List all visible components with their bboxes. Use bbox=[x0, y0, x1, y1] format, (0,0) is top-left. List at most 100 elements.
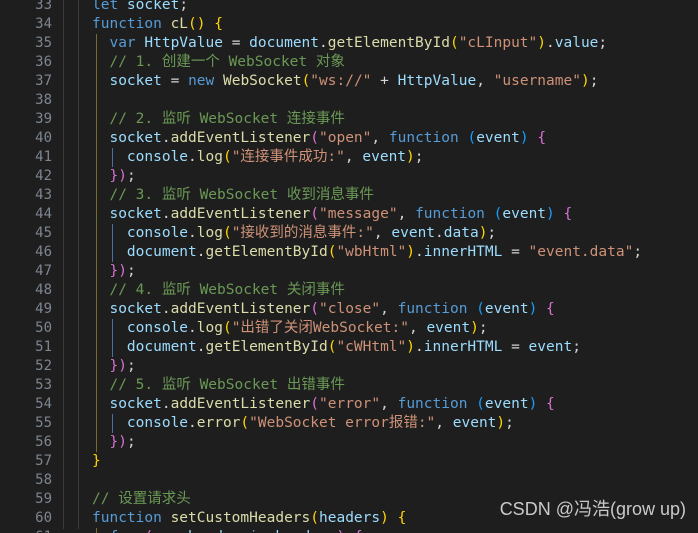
code-line[interactable]: 34 function cL() { bbox=[0, 15, 698, 34]
code-token: ) bbox=[336, 529, 345, 533]
code-text: // 3. 监听 WebSocket 收到消息事件 bbox=[92, 186, 373, 205]
code-line[interactable]: 37 socket = new WebSocket("ws://" + Http… bbox=[0, 72, 698, 91]
code-token: ) bbox=[519, 130, 529, 146]
code-line[interactable]: 41 console.log("连接事件成功:", event); bbox=[0, 148, 698, 167]
code-text: console.log("连接事件成功:", event); bbox=[92, 148, 424, 167]
code-token: event bbox=[476, 130, 520, 146]
code-token: document bbox=[249, 35, 320, 51]
code-token: ; bbox=[126, 358, 136, 374]
code-line[interactable]: 58 bbox=[0, 471, 698, 490]
code-token: setCustomHeaders bbox=[170, 510, 311, 526]
code-line[interactable]: 38 bbox=[0, 91, 698, 110]
code-token: ) bbox=[580, 73, 590, 89]
indent-guide-active bbox=[96, 338, 97, 357]
code-token: event bbox=[362, 149, 407, 165]
code-line[interactable]: 43 // 3. 监听 WebSocket 收到消息事件 bbox=[0, 186, 698, 205]
code-line[interactable]: 42 }); bbox=[0, 167, 698, 186]
code-token: "ws://" bbox=[310, 73, 372, 89]
code-line[interactable]: 49 socket.addEventListener("close", func… bbox=[0, 300, 698, 319]
code-line[interactable]: 47 }); bbox=[0, 262, 698, 281]
code-line[interactable]: 33 let socket; bbox=[0, 0, 698, 15]
line-number: 55 bbox=[35, 415, 52, 431]
code-line[interactable]: 45 console.log("接收到的消息事件:", event.data); bbox=[0, 224, 698, 243]
code-token: let bbox=[92, 0, 127, 13]
code-token: ( bbox=[310, 396, 320, 412]
code-token: ( bbox=[144, 529, 153, 533]
code-token: . bbox=[188, 415, 197, 431]
code-editor[interactable]: 33 let socket; 34 function cL() {35 var Htt… bbox=[0, 0, 698, 533]
code-token: . bbox=[161, 130, 171, 146]
code-lines-container[interactable]: 33 let socket; 34 function cL() {35 var Htt… bbox=[0, 0, 698, 533]
code-token: // 1. 创建一个 WebSocket 对象 bbox=[92, 54, 345, 70]
code-line[interactable]: 56 }); bbox=[0, 433, 698, 452]
code-line[interactable]: 52 }); bbox=[0, 357, 698, 376]
indent-guide-nested bbox=[112, 243, 113, 262]
code-line[interactable]: 61 for (var header in headers) { bbox=[0, 528, 698, 533]
code-token: ; bbox=[126, 263, 136, 279]
code-text: // 1. 创建一个 WebSocket 对象 bbox=[92, 53, 345, 72]
code-line[interactable]: 51 document.getElementById("cWHtml").inn… bbox=[0, 338, 698, 357]
code-token: ) bbox=[406, 339, 416, 355]
code-token: getElementById bbox=[205, 339, 328, 355]
code-token: // 2. 监听 WebSocket 连接事件 bbox=[92, 111, 345, 127]
code-line[interactable]: 50 console.log("出错了关闭WebSocket:", event)… bbox=[0, 319, 698, 338]
code-token: event bbox=[528, 339, 573, 355]
code-line[interactable]: 57} bbox=[0, 452, 698, 471]
indent-guide-active bbox=[96, 376, 97, 395]
code-line[interactable]: 36 // 1. 创建一个 WebSocket 对象 bbox=[0, 53, 698, 72]
indent-guide-active bbox=[96, 395, 97, 414]
code-token: ) bbox=[496, 415, 506, 431]
indent-guide-active bbox=[96, 357, 97, 376]
code-token: ( bbox=[222, 320, 232, 336]
code-token: "接收到的消息事件:" bbox=[231, 225, 374, 241]
code-token: } bbox=[109, 434, 119, 450]
code-token: ) bbox=[406, 149, 415, 165]
line-number: 38 bbox=[35, 92, 52, 108]
indent-guide-nested bbox=[112, 224, 113, 243]
code-line[interactable]: 48 // 4. 监听 WebSocket 关闭事件 bbox=[0, 281, 698, 300]
code-token: , bbox=[435, 415, 453, 431]
code-line[interactable]: 54 socket.addEventListener("error", func… bbox=[0, 395, 698, 414]
line-number: 44 bbox=[35, 206, 52, 222]
code-line[interactable]: 53 // 5. 监听 WebSocket 出错事件 bbox=[0, 376, 698, 395]
code-token: { bbox=[214, 16, 223, 32]
code-line[interactable]: 44 socket.addEventListener("message", fu… bbox=[0, 205, 698, 224]
code-token: socket bbox=[109, 73, 162, 89]
code-token: addEventListener bbox=[170, 206, 311, 222]
code-token: . bbox=[546, 35, 555, 51]
code-line[interactable]: 35 var HttpValue = document.getElementBy… bbox=[0, 34, 698, 53]
code-token: socket bbox=[109, 130, 162, 146]
code-token: () bbox=[188, 16, 206, 32]
indent-guide-active bbox=[96, 224, 97, 243]
code-token: ; bbox=[633, 244, 643, 260]
code-token: } bbox=[92, 453, 101, 469]
code-text: socket.addEventListener("open", function… bbox=[92, 129, 546, 148]
code-token: "出错了关闭WebSocket:" bbox=[231, 320, 409, 336]
code-token: event bbox=[426, 320, 471, 336]
code-token: ( bbox=[310, 206, 320, 222]
code-line[interactable]: 39 // 2. 监听 WebSocket 连接事件 bbox=[0, 110, 698, 129]
code-token: . bbox=[319, 35, 328, 51]
code-token: event bbox=[484, 301, 529, 317]
code-token: innerHTML bbox=[423, 339, 503, 355]
code-line[interactable]: 55 console.error("WebSocket error报错:", e… bbox=[0, 414, 698, 433]
code-line[interactable]: 40 socket.addEventListener("open", funct… bbox=[0, 129, 698, 148]
code-token: function bbox=[388, 130, 468, 146]
code-token: "cWHtml" bbox=[336, 339, 407, 355]
code-token: ) bbox=[118, 168, 127, 184]
code-text: // 4. 监听 WebSocket 关闭事件 bbox=[92, 281, 344, 300]
code-token: ( bbox=[467, 130, 477, 146]
code-token: ) bbox=[406, 244, 416, 260]
code-line[interactable]: 46 document.getElementById("wbHtml").inn… bbox=[0, 243, 698, 262]
code-token: log bbox=[196, 320, 223, 336]
code-token: ( bbox=[240, 415, 250, 431]
code-text: } bbox=[92, 452, 101, 471]
